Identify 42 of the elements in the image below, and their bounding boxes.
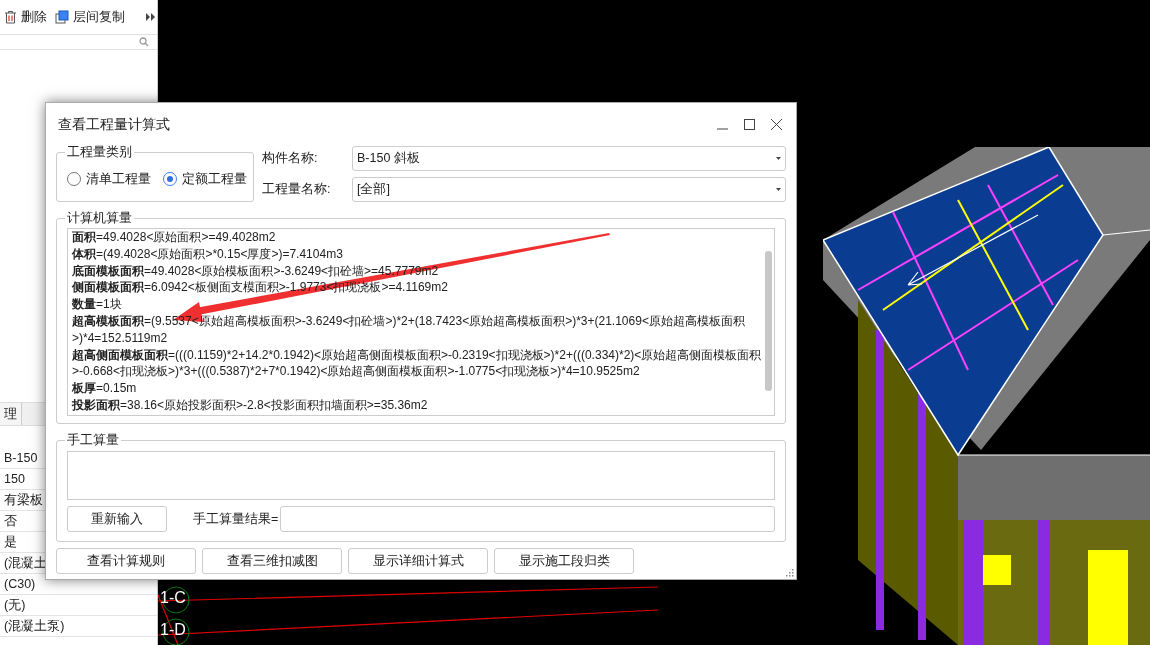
formula-line: 面积=49.4028<原始面积>=49.4028m2 — [72, 229, 277, 246]
result-label: 手工算量结果= — [193, 510, 279, 528]
reset-button[interactable]: 重新输入 — [67, 506, 167, 532]
copy-icon — [55, 10, 69, 24]
radio-button[interactable] — [163, 172, 177, 186]
radio-option[interactable]: 清单工程量 — [67, 169, 151, 189]
property-value: (混凝土泵) — [0, 616, 157, 637]
radio-button[interactable] — [67, 172, 81, 186]
dialog-button[interactable]: 显示施工段归类 — [494, 548, 634, 574]
scrollbar-thumb[interactable] — [764, 251, 772, 391]
search-icon[interactable] — [139, 37, 149, 47]
group-legend: 工程量类别 — [65, 144, 134, 160]
trash-icon — [4, 10, 17, 24]
group-legend: 手工算量 — [65, 432, 121, 448]
formula-line: 体积=(49.4028<原始面积>*0.15<厚度>)=7.4104m3 — [72, 245, 344, 263]
manual-input-area[interactable] — [67, 451, 775, 500]
copy-button[interactable]: 层间复制 — [55, 7, 125, 27]
resize-grip-icon[interactable] — [786, 569, 794, 577]
group-legend: 计算机算量 — [65, 210, 134, 226]
property-value: (无) — [0, 595, 157, 616]
dialog-button[interactable]: 显示详细计算式 — [348, 548, 488, 574]
caret-icon — [776, 157, 781, 160]
panel-tab[interactable]: 理 — [0, 403, 22, 425]
close-icon[interactable] — [771, 118, 782, 130]
delete-button[interactable]: 删除 — [4, 7, 47, 27]
formula-line: 数量=1块 — [72, 296, 123, 313]
dialog-button[interactable]: 查看计算规则 — [56, 548, 196, 574]
field-label: 构件名称: — [262, 150, 319, 168]
result-field[interactable] — [280, 506, 775, 532]
dropdown[interactable]: B-150 斜板 — [352, 146, 786, 171]
dropdown[interactable]: [全部] — [352, 177, 786, 202]
formula-line: 超高侧面模板面积=(((0.1159)*2+14.2*0.1942)<原始超高侧面模板面积>-0.2319<扣现浇板>)*2+(((0.334)*2)<原始超高侧面模板面积>-0.668<扣现浇板>)*3+(((0.5387)*2+7*0.1942)<原始超高侧面模板面积>-1.0775<扣现浇板>)*4=10.9525m2 — [72, 346, 762, 381]
maximize-icon[interactable] — [744, 118, 755, 130]
dialog-button[interactable]: 查看三维扣减图 — [202, 548, 342, 574]
formula-line: 超高模板面积=(9.5537<原始超高模板面积>-3.6249<扣砼墙>)*2+(18.7423<原始超高模板面积>)*3+(21.1069<原始超高模板面积>)*4=152.5119m2 — [72, 313, 746, 347]
double-caret-icon[interactable] — [146, 13, 155, 21]
caret-icon — [776, 188, 781, 191]
field-label: 工程量名称: — [262, 181, 332, 199]
radio-option[interactable]: 定额工程量 — [163, 169, 247, 189]
dialog-title: 查看工程量计算式 — [58, 114, 170, 134]
formula-line: 板厚=0.15m — [72, 380, 138, 397]
formula-line: 投影面积=38.16<原始投影面积>-2.8<投影面积扣墙面积>=35.36m2 — [72, 396, 429, 414]
